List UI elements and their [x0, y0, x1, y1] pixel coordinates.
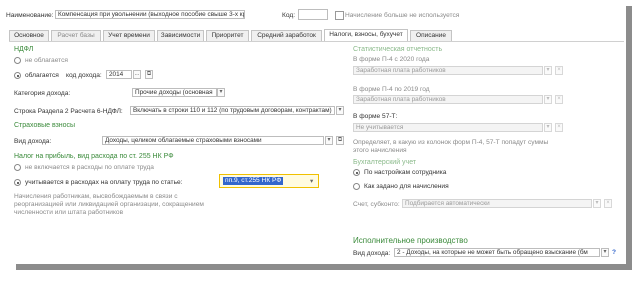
- acc-by-employee-radio[interactable]: [353, 169, 360, 176]
- profit-note-line-1: Начисления работникам, высвобождаемым в …: [14, 193, 178, 200]
- accounting-title: Бухгалтерский учет: [353, 159, 417, 166]
- ndfl-taxed-label: облагается: [25, 72, 59, 79]
- tab-taxes-contributions[interactable]: Налоги, взносы, бухучет: [324, 29, 408, 41]
- enforcement-help-icon[interactable]: ?: [612, 249, 616, 256]
- article-input[interactable]: пп.9, ст.255 НК РФ: [223, 177, 284, 185]
- profit-note-line-3: численности или штата работников: [14, 209, 124, 216]
- income-code-input[interactable]: 2014: [106, 70, 132, 79]
- f57-note-line-2: этого начисления: [353, 147, 407, 154]
- acc-account-clear-icon[interactable]: ×: [604, 199, 612, 208]
- acc-as-accrual-label: Как задано для начисления: [364, 183, 449, 190]
- f57-note-line-1: Определяет, в какую из колонок форм П-4,…: [353, 139, 549, 146]
- window-shadow-right: [626, 6, 632, 264]
- enforcement-income-select[interactable]: 2 - Доходы, на которые не может быть обр…: [394, 248, 600, 257]
- line-6ndfl-select[interactable]: Включать в строки 110 и 112 (по трудовым…: [130, 106, 335, 115]
- insurance-title: Страховые взносы: [14, 122, 76, 129]
- tab-dependencies[interactable]: Зависимости: [157, 30, 204, 41]
- profit-included-radio[interactable]: [14, 179, 21, 186]
- p4-2020-select[interactable]: Заработная плата работников: [353, 66, 543, 75]
- category-select[interactable]: Прочие доходы (основная: [132, 88, 217, 97]
- ndfl-title: НДФЛ: [14, 46, 34, 53]
- name-input[interactable]: Компенсация при увольнении (выходное пос…: [55, 10, 245, 19]
- line-6ndfl-label: Строка Раздела 2 Расчета 6-НДФЛ:: [14, 108, 123, 115]
- window-shadow-bottom: [16, 264, 632, 270]
- acc-as-accrual-radio[interactable]: [353, 183, 360, 190]
- p4-2020-dropdown-icon[interactable]: ▾: [544, 66, 552, 75]
- ndfl-not-taxed-radio[interactable]: [14, 57, 21, 64]
- acc-by-employee-label: По настройкам сотрудника: [364, 169, 447, 176]
- f57-clear-icon[interactable]: ×: [555, 123, 563, 132]
- name-label: Наименование:: [6, 12, 54, 19]
- code-label: Код:: [282, 12, 296, 19]
- p4-2019-clear-icon[interactable]: ×: [555, 95, 563, 104]
- stat-title: Статистическая отчетность: [353, 46, 443, 53]
- income-type-open-icon[interactable]: ⧉: [336, 136, 344, 145]
- f57-dropdown-icon[interactable]: ▾: [544, 123, 552, 132]
- category-label: Категория дохода:: [14, 90, 71, 97]
- acc-account-select[interactable]: Подбирается автоматически: [402, 199, 592, 208]
- income-code-open-icon[interactable]: ⧉: [145, 70, 153, 79]
- income-code-label: код дохода:: [66, 72, 102, 79]
- unused-label: Начисление больше не используется: [345, 12, 460, 19]
- f57-note: Определяет, в какую из колонок форм П-4,…: [353, 139, 548, 155]
- income-type-dropdown-icon[interactable]: ▾: [325, 136, 333, 145]
- enforcement-title: Исполнительное производство: [353, 236, 468, 245]
- tab-strip-line: [9, 41, 624, 42]
- profit-not-included-radio[interactable]: [14, 164, 21, 171]
- tab-average-earnings[interactable]: Средний заработок: [251, 30, 322, 41]
- p4-2020-clear-icon[interactable]: ×: [555, 66, 563, 75]
- acc-account-dropdown-icon[interactable]: ▾: [593, 199, 601, 208]
- enforcement-dropdown-icon[interactable]: ▾: [601, 248, 609, 257]
- income-type-select[interactable]: Доходы, целиком облагаемые страховыми вз…: [102, 136, 324, 145]
- income-code-choose-button[interactable]: ...: [133, 70, 141, 79]
- f57-label: В форме 57-Т:: [353, 113, 398, 120]
- enforcement-income-label: Вид дохода:: [353, 250, 391, 257]
- p4-2020-label: В форме П-4 с 2020 года: [353, 56, 430, 63]
- article-dropdown-icon[interactable]: ▾: [310, 177, 313, 185]
- unused-checkbox[interactable]: [335, 11, 344, 20]
- p4-2019-dropdown-icon[interactable]: ▾: [544, 95, 552, 104]
- tab-description[interactable]: Описание: [410, 30, 452, 41]
- tab-priority[interactable]: Приоритет: [206, 30, 249, 41]
- tab-main[interactable]: Основное: [9, 30, 49, 41]
- profit-note-line-2: реорганизацией или ликвидацией организац…: [14, 201, 204, 208]
- tab-time-accounting[interactable]: Учет времени: [103, 30, 155, 41]
- p4-2019-select[interactable]: Заработная плата работников: [353, 95, 543, 104]
- p4-2019-label: В форме П-4 по 2019 год: [353, 86, 430, 93]
- profit-tax-title: Налог на прибыль, вид расхода по ст. 255…: [14, 153, 174, 160]
- income-type-label: Вид дохода:: [14, 138, 52, 145]
- line-6ndfl-dropdown-icon[interactable]: ▾: [336, 106, 344, 115]
- acc-account-label: Счет, субконто:: [353, 201, 400, 208]
- profit-included-label: учитывается в расходах на оплату труда п…: [25, 179, 183, 186]
- ndfl-taxed-radio[interactable]: [14, 72, 21, 79]
- f57-select[interactable]: Не учитывается: [353, 123, 543, 132]
- profit-not-included-label: не включается в расходы по оплате труда: [25, 164, 154, 171]
- ndfl-not-taxed-label: не облагается: [25, 57, 68, 64]
- tab-base-calculation[interactable]: Расчет базы: [51, 30, 101, 41]
- code-input[interactable]: [298, 9, 328, 20]
- category-dropdown-icon[interactable]: ▾: [217, 88, 225, 97]
- profit-note: Начисления работникам, высвобождаемым в …: [14, 193, 204, 217]
